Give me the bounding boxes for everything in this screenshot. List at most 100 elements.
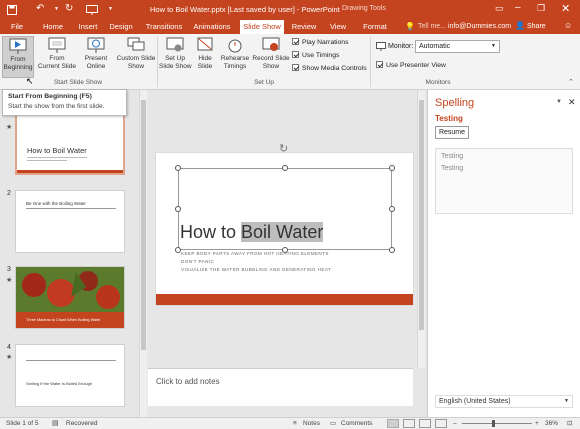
slideshow-view-icon[interactable]: [435, 419, 447, 428]
slide-bullet: VISUALIZE THE WATER BUBBLING AND GENERAT…: [181, 267, 332, 272]
tab-format[interactable]: Format: [360, 20, 390, 34]
tab-home[interactable]: Home: [39, 20, 67, 34]
redo-icon[interactable]: ↻: [65, 3, 73, 14]
resize-handle[interactable]: [282, 165, 288, 171]
thumbnails-scrollbar[interactable]: [139, 90, 147, 417]
resize-handle[interactable]: [389, 206, 395, 212]
tab-review[interactable]: Review: [290, 20, 318, 34]
slide-thumbnail-1[interactable]: How to Boil Water: [15, 112, 125, 175]
save-icon[interactable]: [7, 5, 17, 15]
from-current-slide-button[interactable]: From Current Slide: [38, 36, 76, 71]
window-title: How to Boil Water.pptx [Last saved by us…: [150, 5, 340, 14]
share-button[interactable]: Share: [527, 23, 546, 30]
slide-thumbnail-3[interactable]: Three Mantras to Chant When Boiling Wate…: [15, 266, 125, 329]
status-bar: Slide 1 of 5 ▤ Recovered ≡ Notes ▭ Comme…: [0, 417, 580, 429]
slide-title[interactable]: How to Boil Water: [180, 222, 324, 243]
from-beginning-line1: From: [10, 56, 26, 63]
tooltip: Start From Beginning (F5) Start the show…: [2, 89, 127, 116]
record-icon: [262, 37, 280, 51]
rotate-handle-icon[interactable]: ↻: [279, 142, 288, 155]
scrollbar-thumb[interactable]: [419, 100, 424, 330]
thumb-3-title: Three Mantras to Chant When Boiling Wate…: [26, 318, 101, 322]
hide-slide-line2: Slide: [197, 63, 213, 70]
custom-slide-show-button[interactable]: Custom Slide Show: [116, 36, 156, 71]
ribbon-display-icon[interactable]: ▭: [495, 3, 504, 14]
comments-button[interactable]: Comments: [341, 418, 372, 429]
group-divider: [370, 37, 371, 87]
spelling-check-icon[interactable]: ▤: [52, 418, 59, 429]
tooltip-title: Start From Beginning (F5): [8, 93, 92, 100]
close-pane-icon[interactable]: ✕: [568, 97, 576, 108]
minimize-icon[interactable]: –: [515, 2, 521, 13]
slide-sorter-icon[interactable]: [403, 419, 415, 428]
user-account[interactable]: info@Dummies.com: [448, 23, 511, 30]
comments-icon[interactable]: ▭: [330, 418, 336, 429]
suggestion-item[interactable]: Testing: [441, 165, 463, 172]
play-narrations-checkbox[interactable]: Play Narrations: [292, 38, 348, 48]
zoom-out-icon[interactable]: –: [453, 418, 457, 429]
thumb-1-text-line: [27, 160, 67, 161]
share-icon[interactable]: 👤: [515, 21, 525, 30]
use-presenter-view-checkbox[interactable]: Use Presenter View: [376, 61, 446, 71]
tab-transitions[interactable]: Transitions: [143, 20, 185, 34]
set-up-slide-show-button[interactable]: Set Up Slide Show: [159, 36, 192, 71]
customize-qat-icon[interactable]: ▼: [108, 6, 113, 12]
editor-scrollbar[interactable]: [417, 90, 425, 368]
maximize-icon[interactable]: ❐: [537, 3, 545, 14]
scrollbar-thumb[interactable]: [141, 100, 146, 350]
language-select[interactable]: English (United States) ▼: [435, 395, 573, 408]
tab-view[interactable]: View: [325, 20, 351, 34]
reading-view-icon[interactable]: [419, 419, 431, 428]
close-icon[interactable]: ✕: [561, 2, 570, 15]
zoom-slider-thumb[interactable]: [492, 420, 495, 427]
present-online-button[interactable]: Present Online: [80, 36, 112, 71]
resize-handle[interactable]: [175, 165, 181, 171]
group-label-set-up: Set Up: [254, 79, 274, 86]
slide-thumbnail-4[interactable]: Smiling If the Water Is Boiled Enough: [15, 344, 125, 407]
hide-slide-button[interactable]: Hide Slide: [194, 36, 216, 71]
slide-counter: Slide 1 of 5: [6, 420, 39, 427]
start-slideshow-icon[interactable]: [86, 5, 98, 15]
record-slide-show-button[interactable]: Record Slide Show: [252, 36, 290, 71]
tooltip-body: Start the show from the first slide.: [8, 103, 105, 110]
animation-star-icon: ★: [6, 124, 13, 131]
resize-handle[interactable]: [175, 206, 181, 212]
collapse-ribbon-icon[interactable]: ⌃: [568, 78, 574, 86]
record-line1: Record Slide: [252, 55, 290, 62]
rehearse-timings-button[interactable]: Rehearse Timings: [220, 36, 250, 71]
normal-view-icon[interactable]: [387, 419, 399, 428]
monitor-select[interactable]: Automatic ▼: [415, 40, 500, 53]
resize-handle[interactable]: [389, 247, 395, 253]
tab-slide-show[interactable]: Slide Show: [240, 20, 284, 34]
notes-pane[interactable]: Click to add notes: [148, 368, 413, 406]
suggestions-list[interactable]: Testing Testing: [435, 148, 573, 214]
from-beginning-button[interactable]: From Beginning: [2, 36, 34, 78]
show-media-controls-checkbox[interactable]: Show Media Controls: [292, 64, 367, 74]
undo-icon[interactable]: ↶: [36, 3, 44, 14]
zoom-in-icon[interactable]: +: [535, 418, 539, 429]
tab-file[interactable]: File: [6, 20, 28, 34]
smiley-icon[interactable]: ☺: [564, 21, 572, 30]
undo-dropdown-icon[interactable]: ▼: [54, 6, 59, 12]
notes-icon[interactable]: ≡: [293, 418, 297, 429]
fit-to-window-icon[interactable]: ⊡: [567, 418, 572, 429]
slide-title-plain: How to: [180, 222, 242, 242]
zoom-level[interactable]: 36%: [545, 418, 558, 429]
use-timings-checkbox[interactable]: Use Timings: [292, 51, 339, 61]
tab-design[interactable]: Design: [107, 20, 135, 34]
tab-insert[interactable]: Insert: [74, 20, 102, 34]
notes-button[interactable]: Notes: [303, 418, 320, 429]
resume-button[interactable]: Resume: [435, 126, 469, 139]
pane-options-icon[interactable]: ▼: [556, 99, 562, 105]
suggestion-item[interactable]: Testing: [441, 153, 463, 160]
hide-slide-line1: Hide: [198, 55, 212, 62]
tab-animations[interactable]: Animations: [191, 20, 233, 34]
current-slide[interactable]: ↻ How to Boil Water KEEP BODY PARTS AWAY…: [156, 143, 413, 305]
tell-me-input[interactable]: Tell me...: [418, 23, 446, 30]
slide-bullet: DON'T PANIC: [181, 259, 215, 264]
zoom-slider[interactable]: [462, 423, 532, 424]
resize-handle[interactable]: [389, 165, 395, 171]
thumb-1-accent-bar: [17, 170, 123, 173]
slide-thumbnail-2[interactable]: Be One with the Boiling Water: [15, 190, 125, 253]
slide-bullets[interactable]: KEEP BODY PARTS AWAY FROM HOT HEATING EL…: [181, 250, 331, 274]
